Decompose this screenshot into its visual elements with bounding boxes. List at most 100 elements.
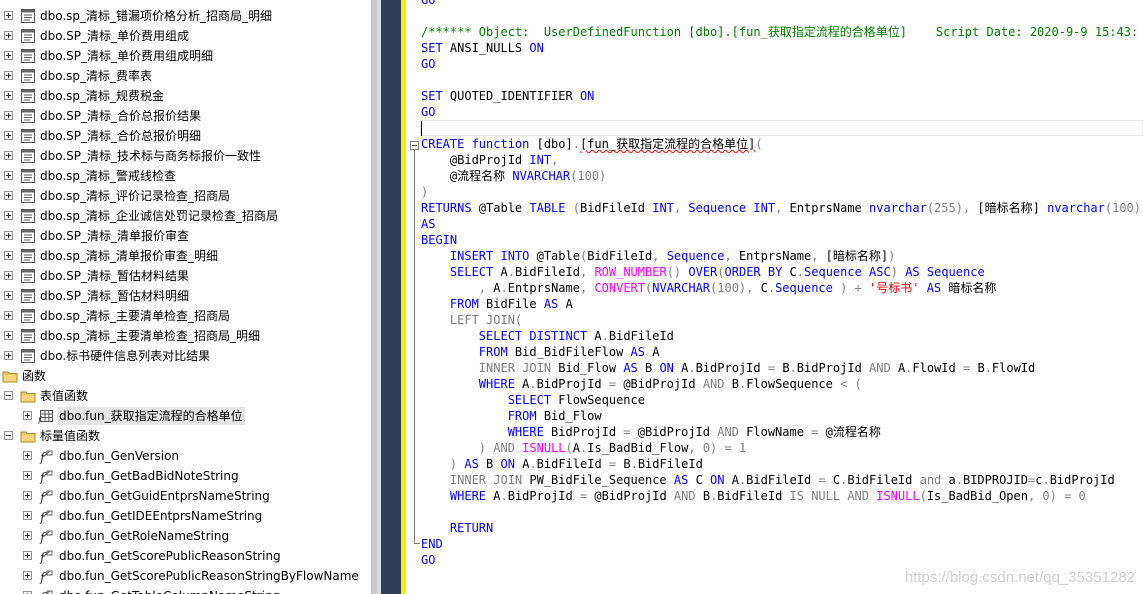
tree-item[interactable]: dbo.SP_清标_单价费用组成明细 [0, 46, 372, 66]
expand-icon[interactable] [4, 251, 13, 260]
expand-icon[interactable] [4, 191, 13, 200]
code-token: C [695, 473, 711, 487]
tree-item[interactable]: f dbo.fun_获取指定流程的合格单位 [0, 406, 372, 426]
code-token: function [471, 137, 537, 151]
code-token: AS [543, 297, 566, 311]
expand-icon[interactable] [23, 511, 32, 520]
code-token: AS [623, 361, 645, 375]
expand-icon[interactable] [4, 311, 13, 320]
code-token: GO [421, 105, 436, 119]
code-line: ) AS B ON A.BidFileId = B.BidFileId [421, 456, 1143, 472]
tree-item[interactable]: dbo.SP_清标_技术标与商务标报价一致性 [0, 146, 372, 166]
expand-icon[interactable] [4, 71, 13, 80]
collapse-icon[interactable] [4, 431, 13, 440]
code-token: nvarchar [1047, 201, 1105, 215]
code-token: (100), [710, 281, 761, 295]
tree-item[interactable]: dbo.SP_清标_暂估材料明细 [0, 286, 372, 306]
tree-item[interactable]: f dbo.fun_GetRoleNameString [0, 526, 372, 546]
expand-icon[interactable] [4, 91, 13, 100]
code-line: SELECT A.BidFileId, ROW_NUMBER() OVER(OR… [421, 264, 1143, 280]
tree-item[interactable]: dbo.SP_清标_合价总报价结果 [0, 106, 372, 126]
watermark-text: https://blog.csdn.net/qq_35351282 [904, 569, 1135, 586]
svg-text:f: f [39, 471, 47, 484]
tree-item[interactable]: dbo.sp_清标_企业诚信处罚记录检查_招商局 [0, 206, 372, 226]
tree-item-label: dbo.SP_清标_暂估材料结果 [40, 269, 190, 283]
tree-item[interactable]: dbo.sp_清标_警戒线检查 [0, 166, 372, 186]
expand-icon[interactable] [4, 171, 13, 180]
tree-item[interactable]: f dbo.fun_GenVersion [0, 446, 372, 466]
code-token: ON [659, 361, 682, 375]
code-token: Sequence [804, 265, 870, 279]
query-editor[interactable]: GO /****** Object: UserDefinedFunction [d… [401, 0, 1143, 594]
code-token: . [500, 281, 508, 295]
expand-icon[interactable] [4, 11, 13, 20]
tree-item[interactable]: f dbo.fun_GetBadBidNoteString [0, 466, 372, 486]
expand-icon[interactable] [4, 331, 13, 340]
code-token: BidFile [486, 297, 544, 311]
tree-item[interactable]: dbo.sp_清标_规费税金 [0, 86, 372, 106]
expand-icon[interactable] [23, 411, 32, 420]
stored-procedure-icon [20, 248, 36, 264]
expand-icon[interactable] [4, 31, 13, 40]
tree-item[interactable]: 表值函数 [0, 386, 372, 406]
tree-item[interactable]: 函数 [0, 366, 372, 386]
tree-item[interactable]: 标量值函数 [0, 426, 372, 446]
expand-icon[interactable] [23, 571, 32, 580]
tree-item[interactable]: dbo.SP_清标_暂估材料结果 [0, 266, 372, 286]
expand-icon[interactable] [4, 51, 13, 60]
code-token: (255), [926, 201, 978, 215]
tree-item-label: dbo.sp_清标_警戒线检查 [40, 169, 177, 183]
code-line: FROM Bid_Flow [421, 408, 1143, 424]
tree-item-label: dbo.sp_清标_企业诚信处罚记录检查_招商局 [40, 209, 279, 223]
code-token: . [529, 377, 537, 391]
code-text[interactable]: GO /****** Object: UserDefinedFunction [d… [421, 0, 1143, 568]
tree-item[interactable]: dbo.sp_清标_错漏项价格分析_招商局_明细 [0, 6, 372, 26]
expand-icon[interactable] [4, 111, 13, 120]
code-token: , [421, 281, 494, 295]
tree-item[interactable]: dbo.sp_清标_费率表 [0, 66, 372, 86]
code-token: ON [579, 89, 595, 103]
code-token: Sequence [666, 249, 725, 263]
expand-icon[interactable] [23, 471, 32, 480]
code-token: and [919, 473, 949, 487]
tree-item[interactable]: dbo.SP_清标_清单报价审查 [0, 226, 372, 246]
scalar-function-icon: f [38, 588, 54, 594]
code-token: QUOTED_IDENTIFIER [449, 89, 580, 103]
code-token: INT [529, 153, 552, 167]
tree-item[interactable]: f dbo.fun_GetGuidEntprsNameString [0, 486, 372, 506]
expand-icon[interactable] [4, 131, 13, 140]
tree-item[interactable]: dbo.sp_清标_评价记录检查_招商局 [0, 186, 372, 206]
tree-item[interactable]: dbo.标书硬件信息列表对比结果 [0, 346, 372, 366]
tree-item[interactable]: fdbo.fun_GetTableColumnNameString [0, 586, 372, 594]
expand-icon[interactable] [23, 531, 32, 540]
tree-item[interactable]: dbo.sp_清标_主要清单检查_招商局_明细 [0, 326, 372, 346]
pane-splitter[interactable] [377, 0, 401, 594]
tree-item[interactable]: dbo.sp_清标_清单报价审查_明细 [0, 246, 372, 266]
collapse-icon[interactable] [4, 391, 13, 400]
tree-item[interactable]: dbo.SP_清标_单价费用组成 [0, 26, 372, 46]
code-token: AND [869, 361, 898, 375]
tree-item[interactable]: f dbo.fun_GetScorePublicReasonStringByFlo… [0, 566, 372, 586]
tree-item[interactable]: dbo.sp_清标_主要清单检查_招商局 [0, 306, 372, 326]
expand-icon[interactable] [4, 151, 13, 160]
code-token: INNER JOIN [421, 361, 559, 375]
tree-item[interactable]: f dbo.fun_GetScorePublicReasonString [0, 546, 372, 566]
tree-item[interactable]: dbo.SP_清标_合价总报价明细 [0, 126, 372, 146]
tree-item[interactable]: f dbo.fun_GetIDEEntprsNameString [0, 506, 372, 526]
expand-icon[interactable] [23, 451, 32, 460]
collapse-toggle-icon[interactable] [410, 141, 419, 150]
code-token: INT [652, 201, 674, 215]
expand-icon[interactable] [23, 491, 32, 500]
code-token: FROM [421, 409, 544, 423]
expand-icon[interactable] [23, 551, 32, 560]
expand-icon[interactable] [4, 271, 13, 280]
expand-icon[interactable] [4, 211, 13, 220]
expand-icon[interactable] [4, 231, 13, 240]
code-token: AS [673, 473, 696, 487]
code-token: ON [710, 473, 732, 487]
code-token: RETURNS [421, 201, 479, 215]
expand-icon[interactable] [4, 291, 13, 300]
expand-icon[interactable] [4, 351, 13, 360]
code-token: AS [905, 265, 927, 279]
